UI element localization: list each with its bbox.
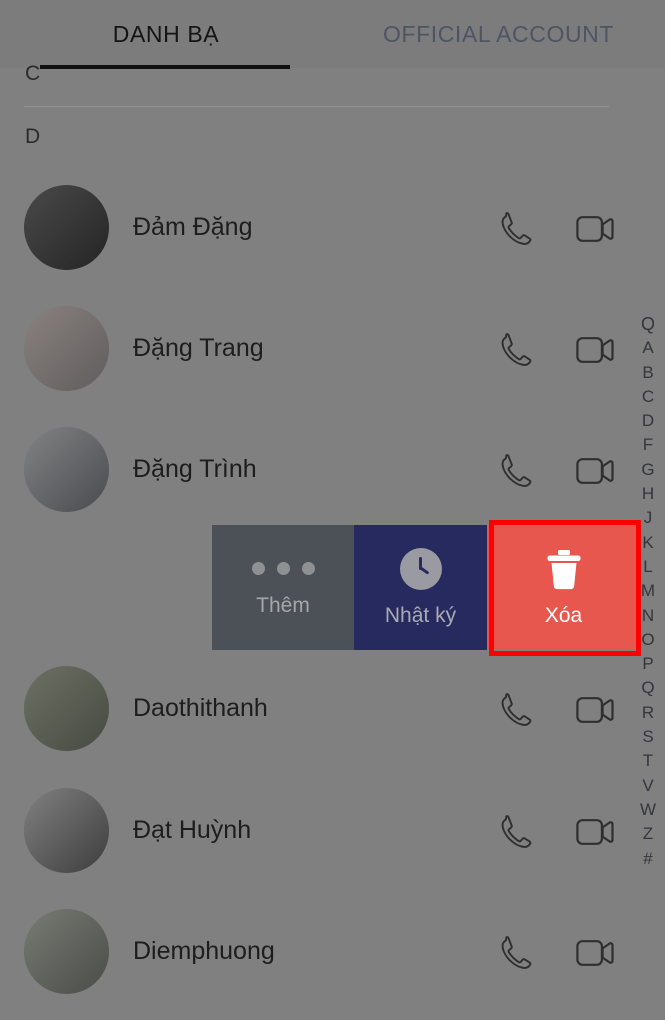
tab-official-account[interactable]: OFFICIAL ACCOUNT [332,0,665,68]
alphabet-index-item[interactable]: Q [637,676,659,700]
avatar-image [24,788,109,873]
avatar-image [24,909,109,994]
video-camera-icon[interactable] [576,817,614,847]
alphabet-index-item[interactable]: H [637,482,659,506]
phone-icon[interactable] [498,331,534,367]
phone-icon[interactable] [498,813,534,849]
more-dots-icon [251,558,315,580]
delete-button[interactable]: Xóa [487,525,640,650]
avatar[interactable] [24,427,109,512]
avatar[interactable] [24,909,109,994]
alphabet-index-item[interactable]: # [637,847,659,871]
more-button[interactable]: Thêm [212,525,354,650]
avatar[interactable] [24,306,109,391]
clock-icon [399,547,442,590]
phone-icon[interactable] [498,934,534,970]
video-camera-icon[interactable] [576,938,614,968]
contact-row[interactable]: Đặng Trang [0,288,665,409]
search-icon[interactable]: Q [637,312,659,336]
avatar-image [24,185,109,270]
video-camera-icon[interactable] [576,335,614,365]
contact-row[interactable]: Daothithanh [0,648,665,769]
alphabet-index-item[interactable]: F [637,433,659,457]
phone-icon[interactable] [498,210,534,246]
tab-danh-ba[interactable]: DANH BẠ [0,0,332,68]
contact-row[interactable]: Diemphuong [0,891,665,1012]
alphabet-index-item[interactable]: Z [637,822,659,846]
delete-button-label: Xóa [544,603,583,627]
alphabet-index-item[interactable]: W [637,798,659,822]
section-header-c: C [25,62,41,85]
video-camera-icon[interactable] [576,695,614,725]
contact-row[interactable]: Đặng Trình [0,409,665,530]
avatar-image [24,306,109,391]
alphabet-index-item[interactable]: S [637,725,659,749]
section-header-d: D [25,125,41,148]
contact-name: Đặng Trình [133,455,257,483]
history-button[interactable]: Nhật ký [354,525,487,650]
contact-name: Diemphuong [133,937,275,965]
alphabet-index-item[interactable]: P [637,652,659,676]
active-tab-indicator [40,65,290,69]
alphabet-index-item[interactable]: R [637,701,659,725]
alphabet-index-item[interactable]: J [637,506,659,530]
video-camera-icon[interactable] [576,214,614,244]
alphabet-index-item[interactable]: K [637,531,659,555]
phone-screen: DANH BẠ OFFICIAL ACCOUNT C D Đảm Đặng Đặn… [0,0,665,1020]
tab-bar: DANH BẠ OFFICIAL ACCOUNT [0,0,665,69]
contact-name: Đạt Huỳnh [133,816,252,844]
contact-row[interactable]: Đảm Đặng [0,167,665,288]
section-divider [24,106,609,107]
more-button-label: Thêm [256,593,310,617]
phone-icon[interactable] [498,452,534,488]
video-camera-icon[interactable] [576,456,614,486]
alphabet-index-item[interactable]: A [637,336,659,360]
alphabet-index-item[interactable]: G [637,458,659,482]
avatar-image [24,666,109,751]
alphabet-index-item[interactable]: C [637,385,659,409]
alphabet-index[interactable]: Q A B C D F G H J K L M N O P Q R S T V W Z # [637,312,659,871]
tab-danh-ba-label: DANH BẠ [112,20,220,47]
contact-row[interactable]: Đạt Huỳnh [0,770,665,891]
alphabet-index-item[interactable]: B [637,361,659,385]
trash-icon [544,548,584,590]
contact-name: Đặng Trang [133,334,264,362]
contact-name: Đảm Đặng [133,213,253,241]
alphabet-index-item[interactable]: L [637,555,659,579]
avatar-image [24,427,109,512]
alphabet-index-item[interactable]: V [637,774,659,798]
history-button-label: Nhật ký [384,603,457,627]
alphabet-index-item[interactable]: D [637,409,659,433]
contact-name: Daothithanh [133,694,268,722]
avatar[interactable] [24,185,109,270]
phone-icon[interactable] [498,691,534,727]
swipe-action-panel: Thêm Nhật ký Xóa [212,525,640,650]
alphabet-index-item[interactable]: M [637,579,659,603]
avatar[interactable] [24,666,109,751]
avatar[interactable] [24,788,109,873]
alphabet-index-item[interactable]: N [637,604,659,628]
tab-official-account-label: OFFICIAL ACCOUNT [382,20,615,47]
alphabet-index-item[interactable]: T [637,749,659,773]
alphabet-index-item[interactable]: O [637,628,659,652]
